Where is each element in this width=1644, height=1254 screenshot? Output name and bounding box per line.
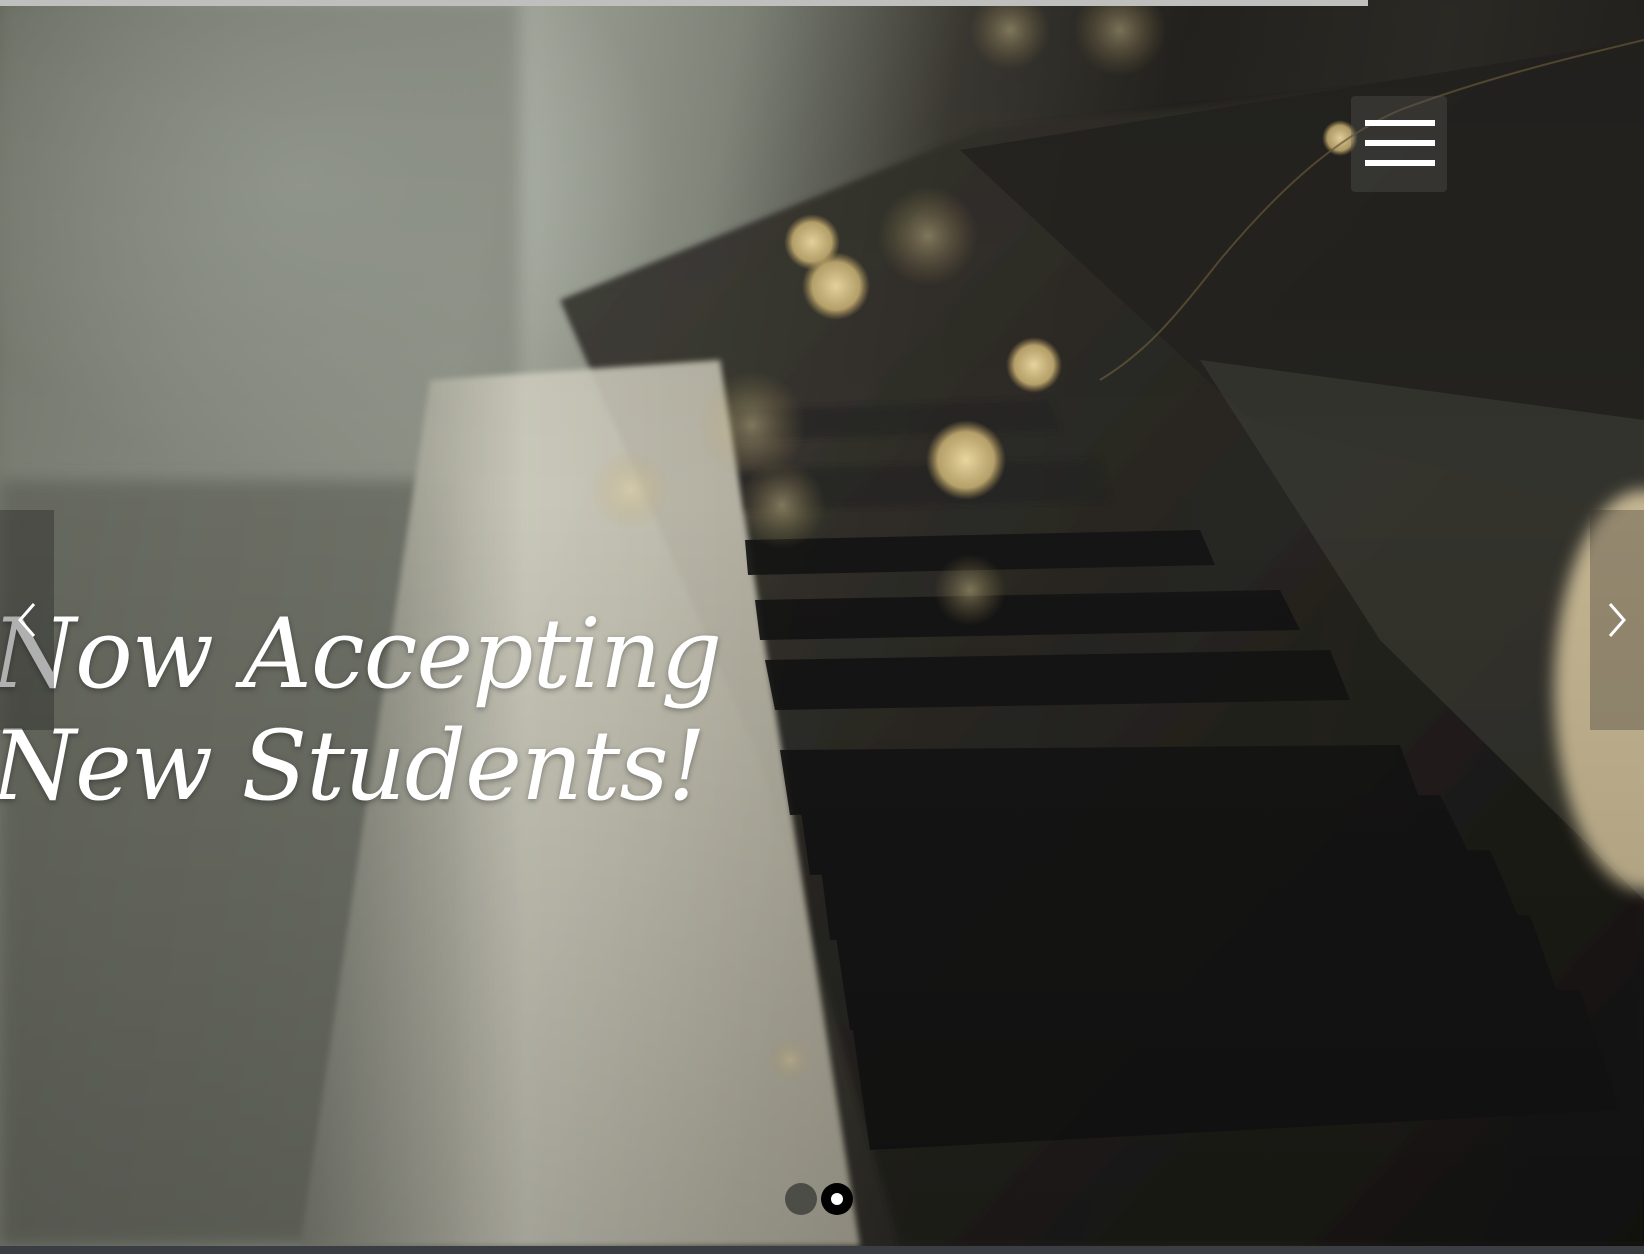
- chevron-right-icon: [1608, 603, 1626, 637]
- chevron-left-icon: [18, 603, 36, 637]
- hero-headline: Now Accepting New Students!: [0, 598, 722, 822]
- slide-dot-1[interactable]: [785, 1183, 817, 1215]
- hamburger-menu-button[interactable]: [1351, 96, 1447, 192]
- hamburger-menu-icon-bar: [1365, 160, 1435, 166]
- slider-prev-button[interactable]: [0, 510, 54, 730]
- hamburger-menu-icon: [1365, 120, 1435, 126]
- slider-pagination: [785, 1183, 865, 1217]
- top-progress-bar: [0, 0, 1368, 6]
- slider-next-button[interactable]: [1590, 510, 1644, 730]
- bottom-strip: [0, 1246, 1644, 1254]
- page: Now Accepting New Students!: [0, 0, 1644, 1254]
- headline-line-2: New Students!: [0, 710, 706, 822]
- hamburger-menu-icon-bar: [1365, 140, 1435, 146]
- headline-line-1: Now Accepting: [0, 598, 722, 710]
- slide-dot-2-active[interactable]: [821, 1183, 853, 1215]
